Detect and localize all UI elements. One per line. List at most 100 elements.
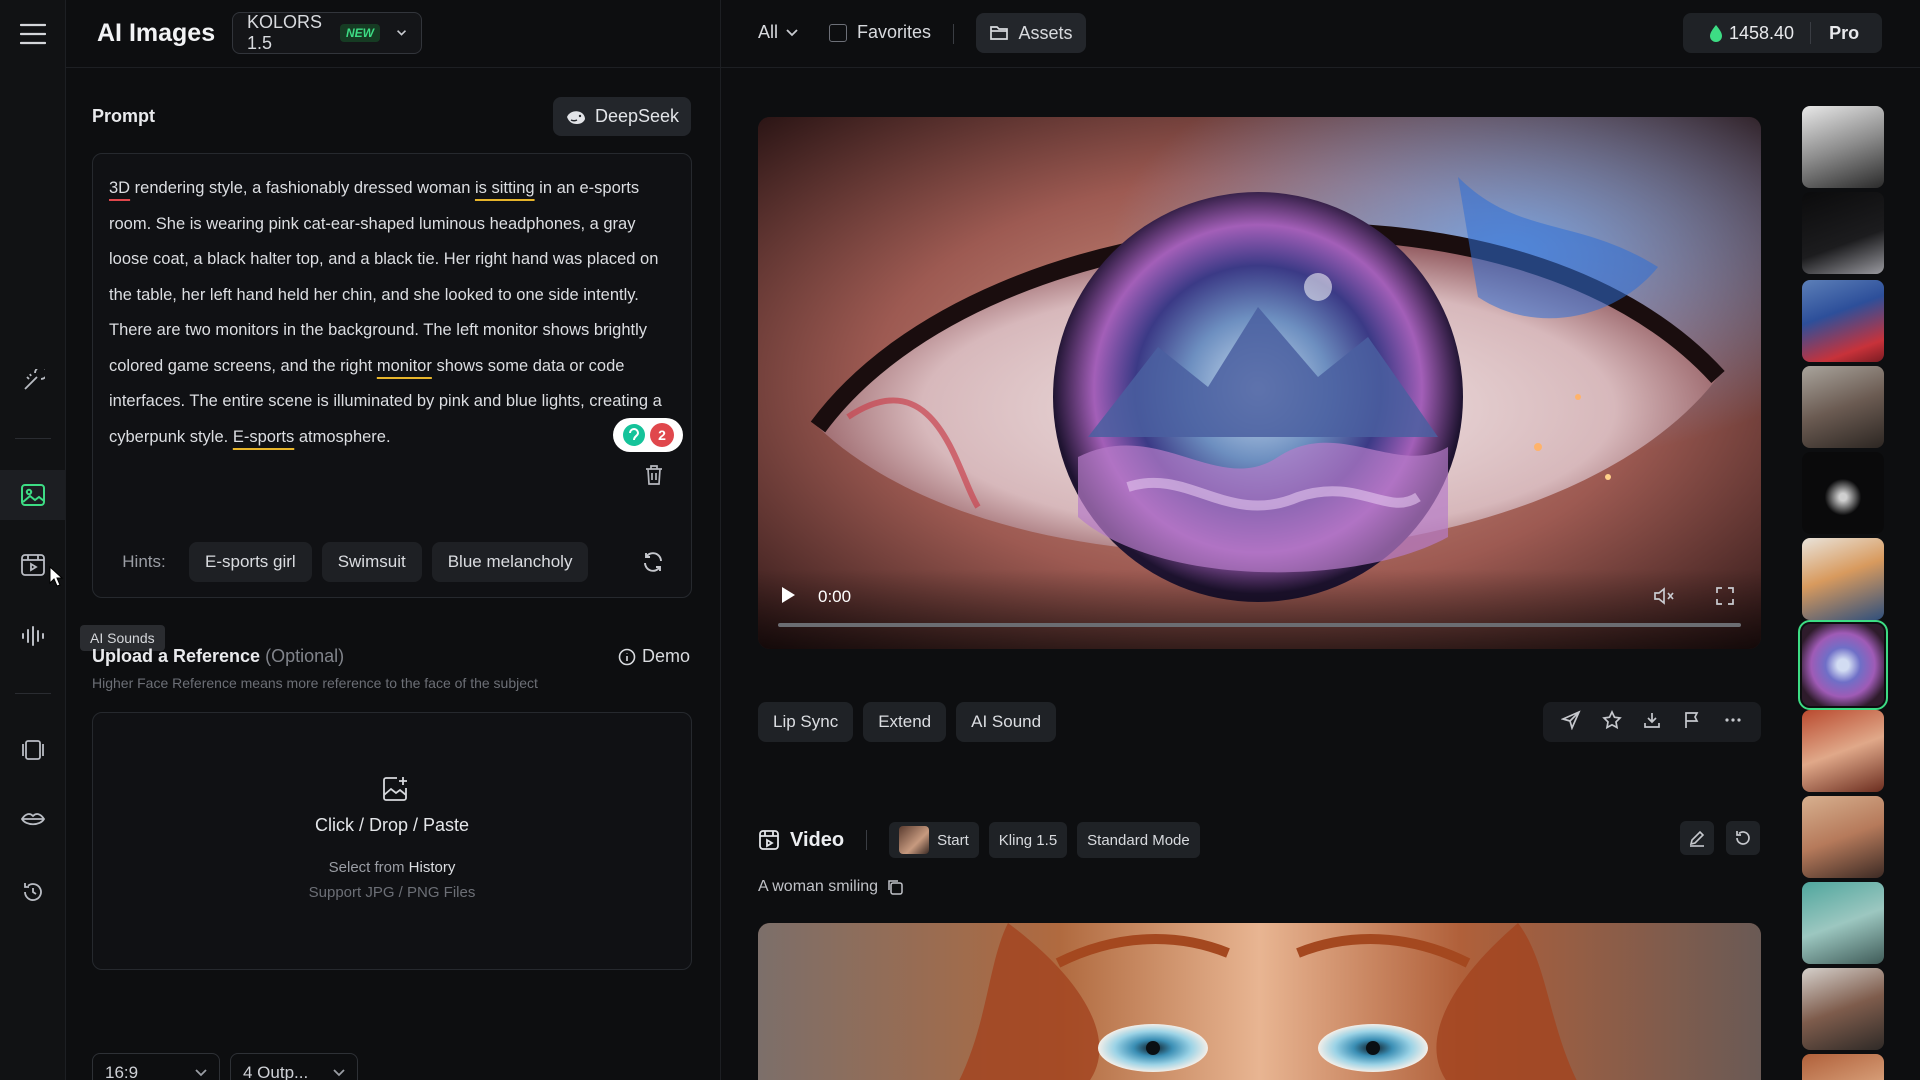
trash-icon[interactable] bbox=[644, 464, 664, 491]
cards-icon[interactable] bbox=[13, 730, 53, 770]
refresh-hints-icon[interactable] bbox=[641, 550, 665, 579]
leaf-icon bbox=[1710, 25, 1722, 42]
caption-text: A woman smiling bbox=[758, 878, 879, 895]
history-link[interactable]: History bbox=[409, 859, 456, 876]
regenerate-icon[interactable] bbox=[1726, 821, 1760, 855]
history-thumbnail[interactable] bbox=[1802, 192, 1884, 274]
start-label: Start bbox=[937, 831, 969, 849]
outputs-select[interactable]: 4 Outp... bbox=[230, 1053, 358, 1080]
outputs-value: 4 Outp... bbox=[243, 1063, 309, 1080]
magic-wand-icon[interactable] bbox=[13, 361, 53, 401]
cursor-icon bbox=[48, 565, 64, 593]
model-dropdown[interactable]: KOLORS 1.5 NEW bbox=[232, 12, 422, 54]
prompt-flagged-word[interactable]: is sitting bbox=[475, 179, 535, 197]
credits-amount: 1458.40 bbox=[1729, 22, 1795, 43]
star-icon[interactable] bbox=[1601, 709, 1622, 735]
deepseek-button[interactable]: DeepSeek bbox=[553, 97, 691, 136]
prompt-text[interactable]: 3D rendering style, a fashionably dresse… bbox=[109, 171, 677, 455]
separator bbox=[866, 830, 868, 850]
add-image-icon bbox=[381, 775, 409, 808]
upload-dropzone[interactable]: Click / Drop / Paste Select from History… bbox=[92, 712, 692, 970]
favorites-label: Favorites bbox=[857, 22, 932, 42]
reference-title-text: Upload a Reference bbox=[92, 646, 261, 666]
video-player[interactable]: 0:00 bbox=[758, 117, 1761, 649]
new-badge: NEW bbox=[339, 24, 380, 42]
ai-videos-nav[interactable] bbox=[13, 545, 53, 585]
history-thumbnail[interactable] bbox=[1802, 796, 1884, 878]
play-icon[interactable] bbox=[780, 586, 796, 609]
prompt-segment: atmosphere. bbox=[294, 427, 391, 446]
prompt-label: Prompt bbox=[92, 106, 155, 126]
hints-label: Hints: bbox=[109, 542, 179, 582]
favorites-checkbox[interactable] bbox=[829, 23, 847, 42]
hint-chip[interactable]: Blue melancholy bbox=[431, 542, 589, 582]
grammar-check-badge[interactable]: 2 bbox=[613, 418, 683, 452]
deepseek-label: DeepSeek bbox=[594, 106, 680, 126]
video-label-text: Video bbox=[790, 828, 845, 851]
grammar-issue-count: 2 bbox=[650, 423, 674, 447]
history-thumbnail[interactable] bbox=[1802, 452, 1884, 534]
history-thumbnail[interactable] bbox=[1802, 106, 1884, 188]
aspect-ratio-value: 16:9 bbox=[105, 1063, 139, 1080]
video-preview[interactable] bbox=[758, 923, 1761, 1080]
history-thumbnail[interactable] bbox=[1802, 882, 1884, 964]
prompt-flagged-word[interactable]: E-sports bbox=[233, 428, 294, 446]
lip-sync-button[interactable]: Lip Sync bbox=[758, 702, 854, 742]
history-thumbnail[interactable] bbox=[1802, 1054, 1884, 1080]
hint-chip[interactable]: Swimsuit bbox=[321, 542, 422, 582]
copy-icon[interactable] bbox=[886, 878, 904, 896]
download-icon[interactable] bbox=[1642, 710, 1662, 735]
hint-chip[interactable]: E-sports girl bbox=[189, 542, 312, 582]
history-thumbnail[interactable] bbox=[1802, 366, 1884, 448]
favorites-toggle[interactable]: Favorites bbox=[829, 22, 931, 43]
grammar-logo-icon bbox=[623, 424, 645, 446]
rail-divider bbox=[15, 438, 51, 439]
ai-sound-button[interactable]: AI Sound bbox=[956, 702, 1057, 742]
select-from-text: Select from bbox=[328, 859, 405, 876]
hints-row: Hints: E-sports girl Swimsuit Blue melan… bbox=[109, 542, 589, 582]
mute-icon[interactable] bbox=[1653, 586, 1675, 611]
history-thumbnail[interactable] bbox=[1802, 710, 1884, 792]
flag-icon[interactable] bbox=[1682, 710, 1702, 735]
mode-chip[interactable]: Standard Mode bbox=[1077, 822, 1200, 858]
model-chip[interactable]: Kling 1.5 bbox=[988, 822, 1068, 858]
chevron-down-icon bbox=[396, 30, 406, 36]
credits-pill[interactable]: 1458.40 Pro bbox=[1683, 13, 1882, 53]
more-icon[interactable] bbox=[1723, 710, 1743, 735]
start-frame-chip[interactable]: Start bbox=[889, 822, 979, 858]
send-icon[interactable] bbox=[1560, 709, 1581, 735]
prompt-flagged-word[interactable]: 3D bbox=[109, 179, 130, 197]
fullscreen-icon[interactable] bbox=[1715, 586, 1735, 611]
history-thumbnail[interactable] bbox=[1802, 280, 1884, 362]
history-thumbnail-selected[interactable] bbox=[1798, 620, 1888, 710]
upload-support: Support JPG / PNG Files bbox=[308, 884, 476, 901]
video-caption: A woman smiling bbox=[758, 878, 904, 896]
upload-select-from: Select from History bbox=[93, 859, 691, 876]
plan-badge[interactable]: Pro bbox=[1810, 22, 1877, 44]
filter-dropdown[interactable]: All bbox=[758, 22, 798, 43]
app-root: AI Sounds AI Images KOLORS 1.5 NEW All F… bbox=[0, 0, 1920, 1080]
seek-bar[interactable] bbox=[778, 623, 1741, 627]
demo-link[interactable]: Demo bbox=[618, 646, 690, 667]
reference-subtitle: Higher Face Reference means more referen… bbox=[92, 675, 538, 691]
extend-button[interactable]: Extend bbox=[863, 702, 947, 742]
lips-icon[interactable] bbox=[13, 800, 53, 840]
upload-title: Click / Drop / Paste bbox=[314, 815, 470, 835]
ai-sounds-nav[interactable] bbox=[13, 616, 53, 656]
assets-button[interactable]: Assets bbox=[976, 13, 1086, 53]
history-icon[interactable] bbox=[13, 872, 53, 912]
prompt-flagged-word[interactable]: monitor bbox=[377, 357, 432, 375]
history-thumbnail[interactable] bbox=[1802, 968, 1884, 1050]
prompt-textarea[interactable]: 3D rendering style, a fashionably dresse… bbox=[92, 153, 692, 598]
chevron-down-icon bbox=[786, 28, 798, 36]
ai-images-nav[interactable] bbox=[0, 470, 66, 520]
filter-label: All bbox=[758, 22, 779, 42]
chevron-down-icon bbox=[333, 1069, 345, 1077]
hints-label-text: Hints: bbox=[122, 552, 166, 571]
page-title: AI Images bbox=[97, 19, 216, 47]
aspect-ratio-select[interactable]: 16:9 bbox=[92, 1053, 220, 1080]
history-thumbnail[interactable] bbox=[1802, 538, 1884, 620]
reference-optional: (Optional) bbox=[265, 646, 345, 666]
edit-icon[interactable] bbox=[1680, 821, 1714, 855]
menu-icon[interactable] bbox=[13, 14, 53, 54]
